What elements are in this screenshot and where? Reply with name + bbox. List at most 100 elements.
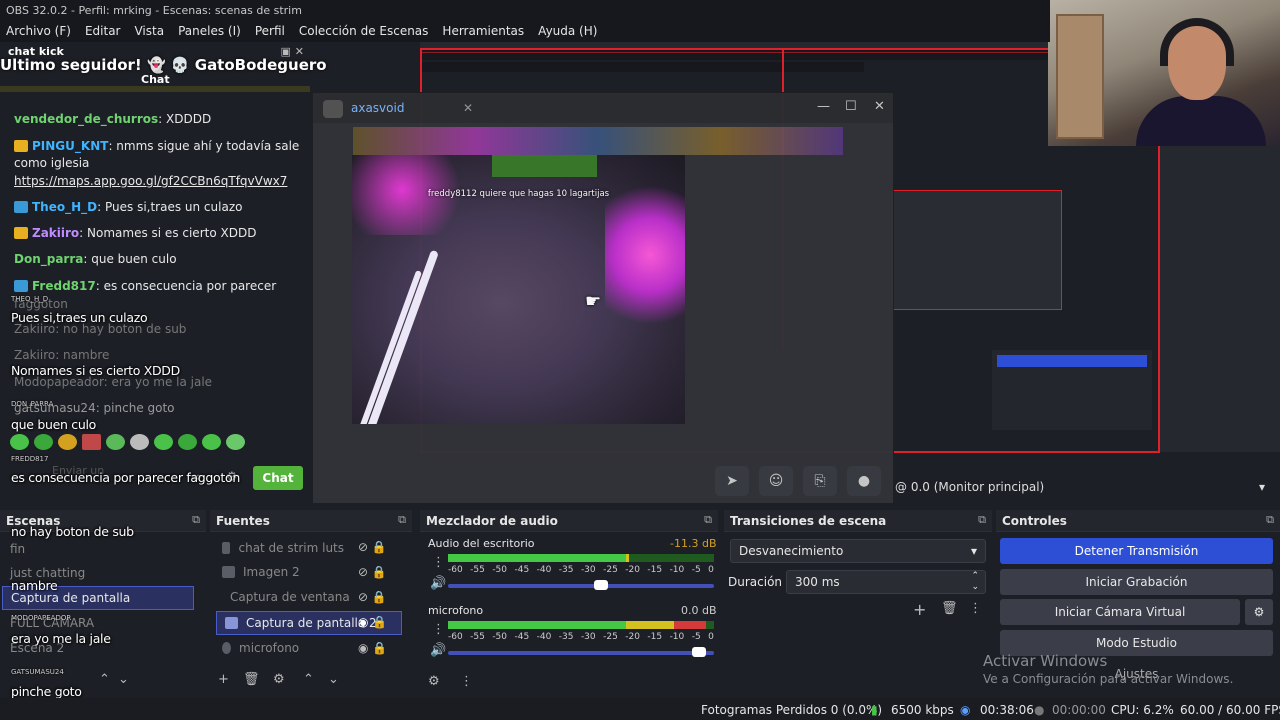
overlay-chat-text: es consecuencia por parecer faggoton: [11, 470, 240, 485]
mic-icon[interactable]: ●: [847, 466, 881, 496]
meter-tick: -25: [603, 632, 618, 642]
source-down-icon[interactable]: ⌄: [328, 672, 339, 687]
webcam-feed: [1048, 0, 1280, 146]
source-item[interactable]: Captura de ventana: [214, 585, 350, 609]
mic-icon: [222, 642, 231, 654]
discord-avatar: [323, 100, 343, 118]
remove-transition-icon[interactable]: 🗑: [941, 601, 958, 616]
duration-field[interactable]: 300 ms ⌃ ⌄: [786, 570, 986, 594]
meter-ticks: -60 -55 -50 -45 -40 -35 -30 -25 -20 -15 -10 -5 0: [448, 565, 714, 575]
stop-stream-button[interactable]: Detener Transmisión: [1000, 538, 1273, 564]
virtual-camera-button[interactable]: Iniciar Cámara Virtual: [1000, 599, 1240, 625]
overlay-chat-user: DON_PARRA: [11, 400, 54, 408]
transition-menu-icon[interactable]: ⋮: [969, 601, 982, 616]
visible-eye-icon[interactable]: ◉ 🔒: [358, 615, 387, 629]
minimize-icon[interactable]: —: [817, 99, 830, 114]
emoji-icon[interactable]: ☺: [759, 466, 793, 496]
mixer-header: Mezclador de audio ⧉: [420, 510, 718, 532]
monitor-selector[interactable]: @ 0.0 (Monitor principal) ▾: [895, 480, 1275, 498]
meter-tick: -30: [580, 632, 596, 642]
image-icon: [222, 566, 235, 578]
volume-knob[interactable]: [692, 647, 707, 657]
visible-eye-icon[interactable]: ◉ 🔒: [358, 641, 387, 655]
attach-icon[interactable]: ⎘: [803, 466, 837, 496]
duration-label: Duración: [728, 575, 783, 589]
channel-name: microfono: [428, 604, 484, 617]
add-source-icon[interactable]: +: [218, 672, 229, 687]
chat-message: Theo_H_D: Pues si,traes un culazo: [14, 199, 304, 216]
source-icon: [222, 542, 231, 554]
maximize-icon[interactable]: ☐: [845, 99, 857, 114]
speaker-icon[interactable]: 🔊: [430, 576, 446, 591]
volume-knob[interactable]: [593, 580, 608, 590]
menu-dots-icon[interactable]: ⋮: [432, 622, 445, 637]
bitrate: 6500 kbps: [891, 703, 954, 717]
rec-time: 00:00:00: [1052, 703, 1106, 717]
menu-bar: Archivo (F) Editar Vista Paneles (I) Per…: [0, 20, 1050, 42]
mouse-cursor-icon: ☛: [585, 291, 602, 312]
menu-herramientas[interactable]: Herramientas: [442, 24, 524, 38]
chat-message: Zakiiro: Nomames si es cierto XDDD: [14, 225, 304, 242]
mixer-menu-icon[interactable]: ⋮: [460, 674, 473, 689]
source-item[interactable]: Imagen 2: [214, 560, 344, 584]
remove-source-icon[interactable]: 🗑: [243, 672, 260, 687]
channel-db: -11.3 dB: [670, 537, 717, 550]
badge-icon: [14, 140, 28, 152]
source-settings-icon[interactable]: ⚙: [273, 672, 285, 687]
video-caption: freddy8112 quiere que hagas 10 lagartija…: [427, 189, 610, 199]
discord-message-bar: ➤ ☺ ⎘ ●: [345, 463, 891, 499]
scene-down-icon[interactable]: ⌄: [118, 672, 129, 687]
meter-tick: -55: [470, 632, 485, 642]
overlay-chat-text: era yo me la jale: [11, 631, 111, 646]
overlay-chat-text: nambre: [11, 578, 58, 593]
chat-send-button[interactable]: Chat: [253, 466, 303, 490]
menu-dots-icon[interactable]: ⋮: [432, 555, 445, 570]
stream-video: freddy8112 quiere que hagas 10 lagartija…: [352, 155, 685, 424]
hidden-eye-icon[interactable]: ⊘ 🔒: [358, 540, 387, 554]
emote-row: [10, 434, 245, 450]
close-icon[interactable]: ✕: [874, 99, 885, 114]
source-up-icon[interactable]: ⌃: [303, 672, 314, 687]
meter-tick: -5: [691, 565, 701, 575]
menu-paneles[interactable]: Paneles (I): [178, 24, 241, 38]
meter-tick: -5: [691, 632, 701, 642]
stream-icon: ◉: [960, 703, 971, 717]
speaker-icon[interactable]: 🔊: [430, 643, 446, 658]
cpu: CPU: 6.2%: [1111, 703, 1174, 717]
chat-link[interactable]: https://maps.app.goo.gl/gf2CCBn6qTfqvVwx…: [14, 173, 304, 190]
volume-slider[interactable]: [448, 580, 714, 590]
hidden-eye-icon[interactable]: ⊘ 🔒: [358, 590, 387, 604]
chat-label: Chat: [141, 73, 170, 86]
menu-archivo[interactable]: Archivo (F): [6, 24, 71, 38]
source-item[interactable]: microfono: [214, 636, 344, 660]
discord-window: axasvoid ✕ — ☐ ✕ freddy8112 quiere que h…: [312, 92, 894, 504]
overlay-chat-text: no hay boton de sub: [11, 524, 134, 539]
menu-coleccion[interactable]: Colección de Escenas: [299, 24, 429, 38]
scene-up-icon[interactable]: ⌃: [99, 672, 110, 687]
badge-icon: [14, 227, 28, 239]
meter-tick: -15: [647, 632, 663, 642]
meter-tick: -60: [448, 565, 463, 575]
start-recording-button[interactable]: Iniciar Grabación: [1000, 569, 1273, 595]
menu-vista[interactable]: Vista: [134, 24, 164, 38]
send-icon[interactable]: ➤: [715, 466, 749, 496]
hidden-eye-icon[interactable]: ⊘ 🔒: [358, 565, 387, 579]
overlay-chat-text: Pues si,traes un culazo: [11, 310, 148, 325]
tab-close-icon[interactable]: ✕: [463, 101, 473, 115]
mixer-settings-icon[interactable]: ⚙: [428, 674, 440, 689]
overlay-chat-user: THEO_H_D: [11, 295, 49, 303]
virtual-camera-settings-icon[interactable]: ⚙: [1245, 599, 1273, 625]
meter-ticks: -60 -55 -50 -45 -40 -35 -30 -25 -20 -15 -10 -5 0: [448, 632, 714, 642]
record-icon: ●: [1034, 703, 1045, 717]
meter-tick: -20: [625, 565, 640, 575]
transitions-header: Transiciones de escena ⧉: [724, 510, 992, 532]
menu-editar[interactable]: Editar: [85, 24, 121, 38]
scene-item[interactable]: fin: [2, 537, 194, 561]
chat-message: Don_parra: que buen culo: [14, 252, 177, 266]
menu-perfil[interactable]: Perfil: [255, 24, 285, 38]
volume-slider[interactable]: [448, 647, 714, 657]
add-transition-icon[interactable]: +: [913, 600, 926, 619]
transition-select[interactable]: Desvanecimiento ▾: [730, 539, 986, 563]
source-item[interactable]: chat de strim luts: [214, 536, 344, 560]
menu-ayuda[interactable]: Ayuda (H): [538, 24, 597, 38]
